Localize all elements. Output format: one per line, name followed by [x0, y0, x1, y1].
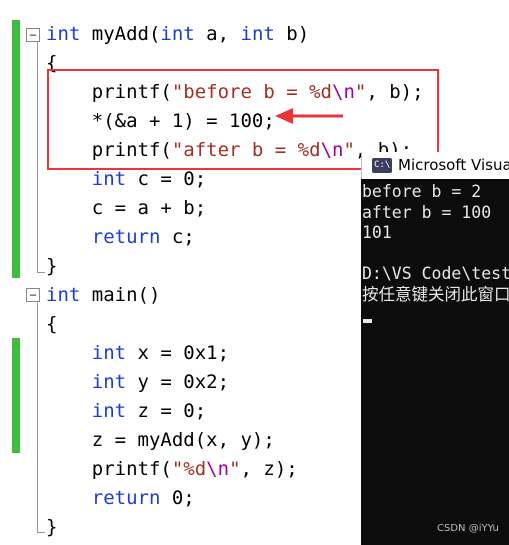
console-line: 按任意键关闭此窗口. . . — [362, 284, 509, 304]
debug-console-window[interactable]: C:\ Microsoft Visual Studio Debug Consol… — [361, 152, 509, 545]
code-token: 0; — [160, 487, 195, 509]
fold-guide-end — [37, 532, 45, 533]
watermark: CSDN @iYYu — [437, 523, 499, 534]
code-line[interactable]: z = myAdd(x, y); — [46, 426, 275, 455]
code-token: printf( — [46, 458, 172, 480]
keyword-token: int — [91, 342, 127, 364]
code-token: } — [46, 516, 58, 538]
collapse-icon[interactable]: − — [26, 28, 40, 42]
console-line: after b = 100 — [362, 202, 492, 222]
code-line[interactable]: } — [46, 252, 57, 281]
code-line[interactable]: return c; — [46, 223, 195, 252]
console-app-icon: C:\ — [372, 158, 392, 173]
code-line[interactable]: } — [46, 513, 57, 542]
code-token: main() — [80, 284, 161, 306]
code-line[interactable]: int y = 0x2; — [46, 368, 229, 397]
console-line: D:\VS Code\test\x64\Debug\test.exe — [362, 264, 509, 283]
keyword-token: int — [46, 23, 81, 45]
code-token: } — [46, 255, 58, 277]
string-token: "%d — [171, 458, 207, 480]
code-line[interactable]: printf("%d\n", z); — [46, 455, 298, 484]
keyword-token: int — [46, 284, 81, 306]
code-line[interactable]: int x = 0x1; — [46, 339, 229, 368]
code-token: x = 0x1; — [126, 342, 230, 364]
code-token: c = 0; — [126, 168, 207, 190]
keyword-token: int — [91, 400, 127, 422]
code-token: { — [46, 313, 58, 335]
string-token: " — [229, 458, 241, 480]
console-line: before b = 2 — [362, 182, 482, 201]
code-token: , z); — [240, 458, 298, 480]
annotation-arrow — [275, 108, 343, 124]
change-marker — [12, 338, 20, 453]
code-line[interactable]: c = a + b; — [46, 194, 206, 223]
keyword-token: return — [91, 487, 161, 509]
fold-guide — [37, 302, 38, 532]
fold-guide-end — [37, 272, 45, 273]
code-token: a, — [194, 23, 241, 45]
code-token: z = myAdd(x, y); — [46, 429, 275, 451]
keyword-token: int — [160, 23, 195, 45]
code-line[interactable]: { — [46, 310, 57, 339]
code-line[interactable]: return 0; — [46, 484, 195, 513]
code-token: y = 0x2; — [126, 371, 230, 393]
console-output: before b = 2 after b = 100 101 D:\VS Cod… — [362, 182, 509, 305]
keyword-token: int — [91, 168, 127, 190]
code-token: c = a + b; — [46, 197, 207, 219]
escape-token: \n — [206, 458, 230, 480]
keyword-token: int — [91, 371, 127, 393]
code-token: c; — [160, 226, 195, 248]
code-token: z = 0; — [126, 400, 207, 422]
fold-guide — [37, 42, 38, 272]
console-cursor — [363, 319, 372, 323]
code-line[interactable]: int main() — [46, 281, 160, 310]
code-token: b) — [274, 23, 310, 45]
keyword-token: return — [91, 226, 161, 248]
code-line[interactable]: int myAdd(int a, int b) — [46, 20, 309, 49]
code-line[interactable]: int z = 0; — [46, 397, 206, 426]
keyword-token: int — [240, 23, 275, 45]
console-line: 101 — [362, 223, 392, 242]
collapse-icon[interactable]: − — [26, 288, 40, 302]
code-token: myAdd( — [80, 23, 161, 45]
console-titlebar[interactable]: C:\ Microsoft Visual Studio Debug Consol… — [361, 152, 509, 179]
change-marker — [12, 20, 20, 278]
console-title: Microsoft Visual Studio Debug Console — [398, 156, 509, 174]
